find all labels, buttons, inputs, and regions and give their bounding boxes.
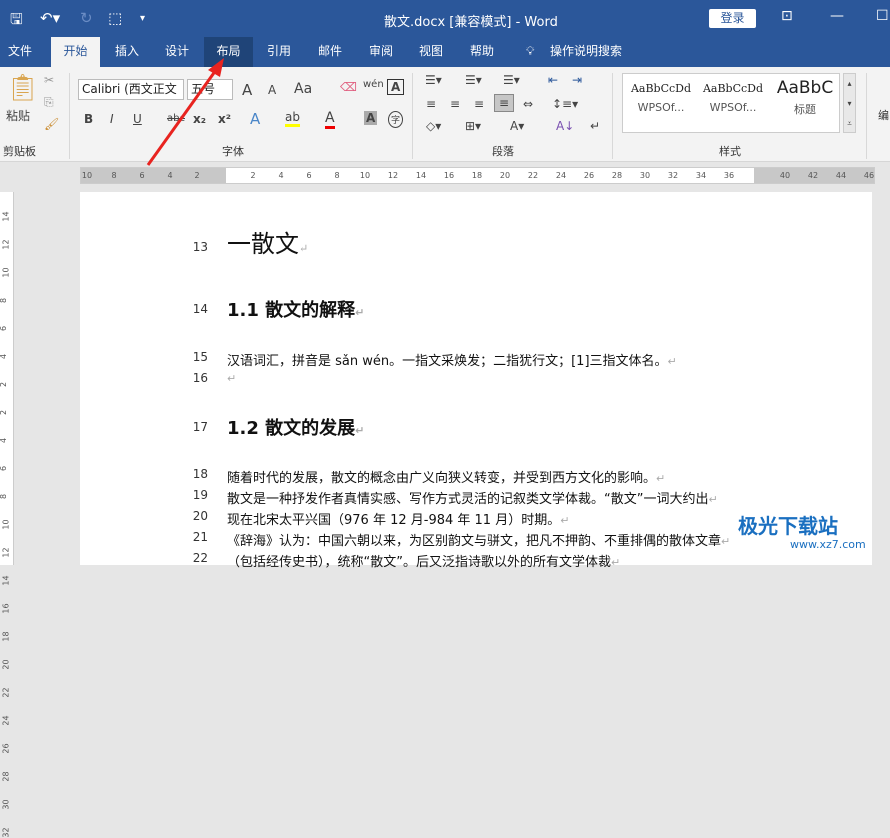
vruler-tick: 32: [1, 827, 11, 838]
vruler-tick: 14: [1, 575, 11, 586]
watermark-url: www.xz7.com: [790, 538, 866, 551]
watermark-logo: 极光下载站: [738, 514, 838, 538]
vruler-tick: 30: [1, 799, 11, 810]
vruler-tick: 24: [1, 715, 11, 726]
vruler-tick: 20: [1, 659, 11, 670]
vruler-tick: 26: [1, 743, 11, 754]
red-arrow-annotation: [146, 58, 224, 166]
vruler-tick: 28: [1, 771, 11, 782]
vruler-tick: 22: [1, 687, 11, 698]
vruler-tick: 18: [1, 631, 11, 642]
vruler-tick: 16: [1, 603, 11, 614]
